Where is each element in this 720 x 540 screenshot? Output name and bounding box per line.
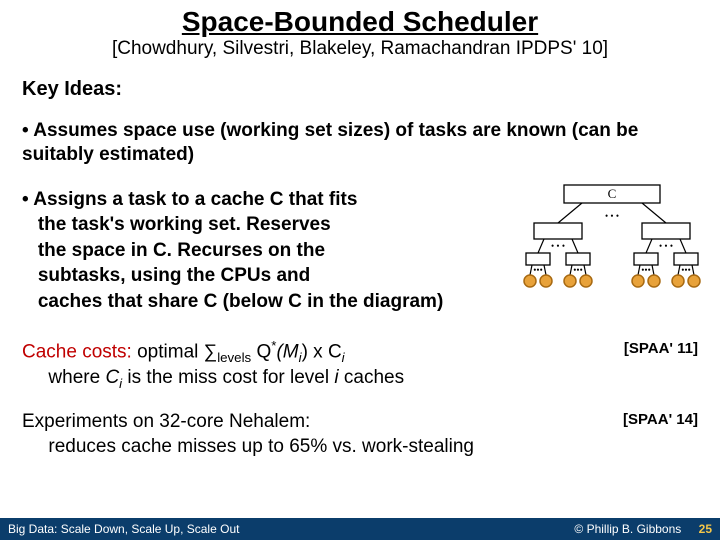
- cache-costs-mid1: Q: [251, 341, 271, 362]
- slide-citation: [Chowdhury, Silvestri, Blakeley, Ramacha…: [0, 38, 720, 60]
- cache-costs-sub-levels: levels: [217, 350, 251, 365]
- cache-costs-formula-prefix: optimal ∑: [132, 341, 217, 362]
- footer-right: © Phillip B. Gibbons: [574, 522, 681, 536]
- cache-costs-sub-i2: i: [342, 350, 345, 365]
- slide-footer: Big Data: Scale Down, Scale Up, Scale Ou…: [0, 518, 720, 540]
- bullet2-l5: caches that share C (below C in the diag…: [38, 291, 443, 312]
- key-ideas-heading: Key Ideas:: [22, 78, 720, 101]
- ref-spaa14: [SPAA' 14]: [623, 410, 698, 430]
- cache-costs-label: Cache costs:: [22, 341, 132, 362]
- experiments-l1: Experiments on 32-core Nehalem:: [22, 411, 310, 432]
- cache-costs-l2-suffix: caches: [339, 367, 404, 388]
- bullet-assumes: • Assumes space use (working set sizes) …: [22, 119, 698, 167]
- cache-costs-mid2: (M: [276, 341, 298, 362]
- bullet2-l4: subtasks, using the CPUs and: [38, 265, 310, 286]
- cache-costs-mid3: ) x C: [302, 341, 342, 362]
- experiments-l2: reduces cache misses up to 65% vs. work-…: [48, 436, 474, 457]
- diagram-c-label: C: [608, 186, 617, 201]
- slide-title: Space-Bounded Scheduler: [0, 0, 720, 38]
- cache-tree-diagram: C • • • • • • • • • ••• ••• ••• •••: [522, 181, 702, 301]
- bullet2-l1: • Assigns a task to a cache C that fits: [22, 189, 357, 210]
- svg-text:•••: •••: [533, 265, 542, 275]
- cache-costs-where: where: [48, 367, 105, 388]
- bullet2-l2: the task's working set. Reserves: [38, 214, 331, 235]
- bullet2-l3: the space in C. Recurses on the: [38, 240, 325, 261]
- cache-costs-ci: C: [105, 367, 119, 388]
- svg-text:• • •: • • •: [605, 211, 619, 221]
- experiments-block: Experiments on 32-core Nehalem: [SPAA' 1…: [22, 410, 698, 459]
- svg-text:• • •: • • •: [551, 241, 565, 251]
- cache-costs-l2-mid: is the miss cost for level: [122, 367, 334, 388]
- svg-text:• • •: • • •: [659, 241, 673, 251]
- svg-text:•••: •••: [641, 265, 650, 275]
- cache-costs-block: Cache costs: optimal ∑levels Q*(Mi) x Ci…: [22, 337, 698, 392]
- footer-left: Big Data: Scale Down, Scale Up, Scale Ou…: [8, 522, 239, 536]
- svg-text:•••: •••: [573, 265, 582, 275]
- svg-text:•••: •••: [681, 265, 690, 275]
- slide-number: 25: [699, 522, 712, 536]
- ref-spaa11: [SPAA' 11]: [624, 339, 698, 359]
